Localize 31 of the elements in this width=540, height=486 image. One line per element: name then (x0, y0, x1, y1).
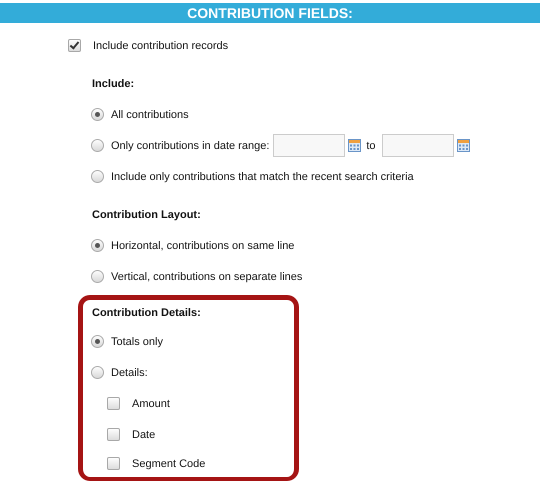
date-field[interactable] (273, 134, 346, 157)
checkbox[interactable] (107, 428, 120, 441)
radio-label: All contributions (111, 108, 189, 120)
calendar-icon[interactable] (456, 139, 470, 152)
checkbox-label: Include contribution records (93, 40, 228, 52)
to-label: to (366, 140, 376, 152)
radio-button[interactable] (91, 139, 104, 152)
radio-button[interactable] (91, 108, 104, 121)
checkbox-label: Amount (132, 398, 170, 410)
section-heading: Contribution Layout: (92, 208, 202, 222)
radio-button[interactable] (91, 239, 104, 252)
section-header: CONTRIBUTION FIELDS: (0, 3, 540, 23)
checkbox-label: Segment Code (132, 458, 206, 470)
radio-button[interactable] (91, 366, 104, 379)
checkbox[interactable] (68, 39, 81, 52)
section-heading: Contribution Details: (92, 306, 202, 321)
radio-label: Horizontal, contributions on same line (111, 240, 294, 252)
date-field[interactable] (382, 134, 454, 157)
radio-label: Totals only (111, 336, 163, 348)
radio-label: Details: (111, 366, 148, 378)
checkbox[interactable] (107, 457, 120, 470)
section-heading: Include: (92, 76, 136, 92)
radio-button[interactable] (91, 170, 104, 183)
radio-button[interactable] (91, 270, 104, 283)
calendar-icon[interactable] (348, 139, 362, 152)
radio-label: Only contributions in date range: (111, 140, 270, 152)
checkbox-label: Date (132, 428, 156, 440)
radio-label: Vertical, contributions on separate lines (111, 270, 302, 282)
checkbox[interactable] (107, 397, 120, 410)
radio-button[interactable] (91, 335, 104, 348)
radio-label: Include only contributions that match the recent search criteria (111, 170, 414, 182)
